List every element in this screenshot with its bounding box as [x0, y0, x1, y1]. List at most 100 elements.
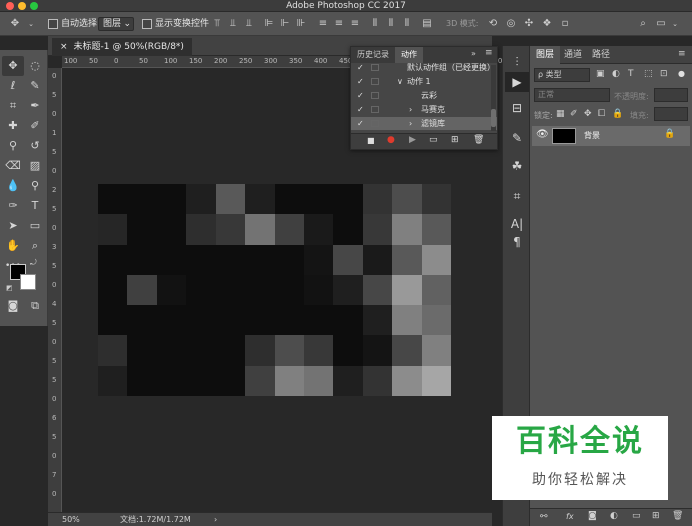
- align-left-icon[interactable]: ⊫: [262, 16, 276, 32]
- ruler-vertical[interactable]: 0 5 0 1 5 0 2 5 0 3 5 0 4 5 0 5 5 0 6 5 0 7 0: [48, 68, 62, 512]
- type-tool-icon[interactable]: T: [24, 196, 46, 216]
- checkmark-icon[interactable]: ✓: [357, 103, 364, 116]
- lock-transparent-icon[interactable]: ▦: [556, 109, 565, 119]
- blend-mode-dropdown[interactable]: 正常: [534, 88, 610, 102]
- document-tab[interactable]: × 未标题-1 @ 50%(RGB/8*): [52, 38, 192, 56]
- expand-icon[interactable]: ∨: [397, 75, 403, 88]
- type-filter-icon[interactable]: T: [628, 69, 634, 79]
- zoom-level[interactable]: 50%: [62, 513, 80, 526]
- character-panel-icon[interactable]: A|: [505, 214, 529, 234]
- dialog-toggle-icon[interactable]: [371, 106, 379, 113]
- distribute-vcenter-icon[interactable]: ≡: [332, 16, 346, 32]
- pixel-filter-icon[interactable]: ▣: [596, 69, 605, 79]
- panel-menu-icon[interactable]: ≡: [485, 48, 493, 58]
- dodge-tool-icon[interactable]: ⚲: [24, 176, 46, 196]
- play-icon[interactable]: ▶: [409, 135, 416, 145]
- history-brush-tool-icon[interactable]: ↺: [24, 136, 46, 156]
- lasso-tool-icon[interactable]: ℓ: [2, 76, 24, 96]
- distribute-left-icon[interactable]: ⦀: [368, 16, 382, 32]
- close-tab-icon[interactable]: ×: [60, 42, 68, 52]
- dialog-toggle-icon[interactable]: [371, 92, 379, 99]
- brush-settings-icon[interactable]: ✎: [505, 128, 529, 148]
- tab-paths[interactable]: 路径: [586, 46, 616, 64]
- checkmark-icon[interactable]: ✓: [357, 89, 364, 102]
- eraser-tool-icon[interactable]: ⌫: [2, 156, 24, 176]
- checkmark-icon[interactable]: ✓: [357, 61, 364, 74]
- hand-tool-icon[interactable]: ✋: [2, 236, 24, 256]
- 3d-scale-icon[interactable]: ▫: [558, 16, 572, 32]
- filter-toggle-icon[interactable]: ●: [678, 69, 685, 78]
- actions-panel-icon[interactable]: ▶: [505, 72, 529, 92]
- record-icon[interactable]: ●: [387, 135, 395, 145]
- new-action-icon[interactable]: ⊞: [451, 135, 459, 145]
- 3d-roll-icon[interactable]: ◎: [504, 16, 518, 32]
- dialog-toggle-icon[interactable]: [371, 120, 379, 127]
- history-panel-icon[interactable]: ⫶: [505, 52, 529, 72]
- zoom-tool-icon[interactable]: ⌕: [24, 236, 46, 256]
- lock-artboard-icon[interactable]: ⧠: [598, 109, 605, 119]
- distribute-bottom-icon[interactable]: ≡: [348, 16, 362, 32]
- document-canvas[interactable]: [98, 184, 451, 396]
- lock-all-icon[interactable]: 🔒: [612, 109, 623, 119]
- tab-channels[interactable]: 通道: [558, 46, 588, 64]
- auto-align-icon[interactable]: ▤: [420, 16, 434, 32]
- delete-layer-icon[interactable]: 🗑: [672, 511, 683, 521]
- 3d-slide-icon[interactable]: ❖: [540, 16, 554, 32]
- brush-tool-icon[interactable]: ✐: [24, 116, 46, 136]
- tab-layers[interactable]: 图层: [530, 46, 561, 64]
- marquee-tool-icon[interactable]: ◌: [24, 56, 46, 76]
- show-transform-checkbox[interactable]: 显示变换控件: [142, 16, 209, 32]
- layer-row-background[interactable]: 👁 背景 🔒: [532, 126, 690, 146]
- align-vcenter-icon[interactable]: ⫫: [226, 16, 240, 32]
- adjustment-layer-icon[interactable]: ◐: [610, 511, 618, 521]
- screen-mode-icon[interactable]: ⧉: [24, 296, 46, 316]
- blur-tool-icon[interactable]: 💧: [2, 176, 24, 196]
- panel-menu-icon[interactable]: ≡: [678, 49, 686, 59]
- 3d-drag-icon[interactable]: ✣: [522, 16, 536, 32]
- clone-stamp-tool-icon[interactable]: ⚲: [2, 136, 24, 156]
- quick-mask-icon[interactable]: ◙: [2, 296, 24, 316]
- checkmark-icon[interactable]: ✓: [357, 117, 364, 130]
- crop-panel-icon[interactable]: ⌗: [505, 186, 529, 206]
- clone-source-icon[interactable]: ☘: [505, 156, 529, 176]
- gradient-tool-icon[interactable]: ▨: [24, 156, 46, 176]
- distribute-hcenter-icon[interactable]: ⦀: [384, 16, 398, 32]
- action-row[interactable]: ✓ 默认动作组（已经更换）: [351, 61, 497, 74]
- lock-position-icon[interactable]: ✥: [584, 109, 592, 119]
- dialog-toggle-icon[interactable]: [371, 78, 379, 85]
- swap-colors-icon[interactable]: ⤾: [30, 258, 37, 268]
- chevron-down-icon[interactable]: ⌄: [670, 16, 680, 32]
- 3d-rotate-icon[interactable]: ⟲: [486, 16, 500, 32]
- action-row[interactable]: ✓ › 滤镜库: [351, 117, 497, 130]
- search-icon[interactable]: ⌕: [636, 16, 650, 32]
- workspace-icon[interactable]: ▭: [654, 16, 668, 32]
- new-layer-icon[interactable]: ⊞: [652, 511, 660, 521]
- opacity-field[interactable]: [654, 88, 688, 102]
- group-icon[interactable]: ▭: [632, 511, 641, 521]
- properties-panel-icon[interactable]: ⊟: [505, 98, 529, 118]
- align-hcenter-icon[interactable]: ⊩: [278, 16, 292, 32]
- distribute-top-icon[interactable]: ≡: [316, 16, 330, 32]
- background-color-swatch[interactable]: [20, 274, 36, 290]
- add-mask-icon[interactable]: ◙: [588, 511, 597, 521]
- dialog-toggle-icon[interactable]: [371, 64, 379, 71]
- pen-tool-icon[interactable]: ✑: [2, 196, 24, 216]
- default-colors-icon[interactable]: ◩: [6, 284, 13, 292]
- smart-filter-icon[interactable]: ⊡: [660, 69, 668, 79]
- distribute-right-icon[interactable]: ⦀: [400, 16, 414, 32]
- crop-tool-icon[interactable]: ⌗: [2, 96, 24, 116]
- healing-brush-tool-icon[interactable]: ✚: [2, 116, 24, 136]
- path-select-tool-icon[interactable]: ➤: [2, 216, 24, 236]
- action-row[interactable]: ✓ ∨ 动作 1: [351, 75, 497, 88]
- visibility-eye-icon[interactable]: 👁: [536, 129, 549, 140]
- action-row[interactable]: ✓ › 马赛克: [351, 103, 497, 116]
- shape-filter-icon[interactable]: ⬚: [644, 69, 653, 79]
- collapse-icon[interactable]: »: [471, 49, 476, 58]
- expand-icon[interactable]: ›: [409, 117, 412, 130]
- eyedropper-tool-icon[interactable]: ✒: [24, 96, 46, 116]
- layer-filter-dropdown[interactable]: ρ 类型: [534, 68, 590, 82]
- move-tool-icon[interactable]: ✥: [2, 56, 24, 76]
- actions-scrollbar[interactable]: [491, 65, 496, 131]
- chevron-down-icon[interactable]: ⌄: [26, 16, 36, 32]
- new-set-icon[interactable]: ▭: [429, 135, 438, 145]
